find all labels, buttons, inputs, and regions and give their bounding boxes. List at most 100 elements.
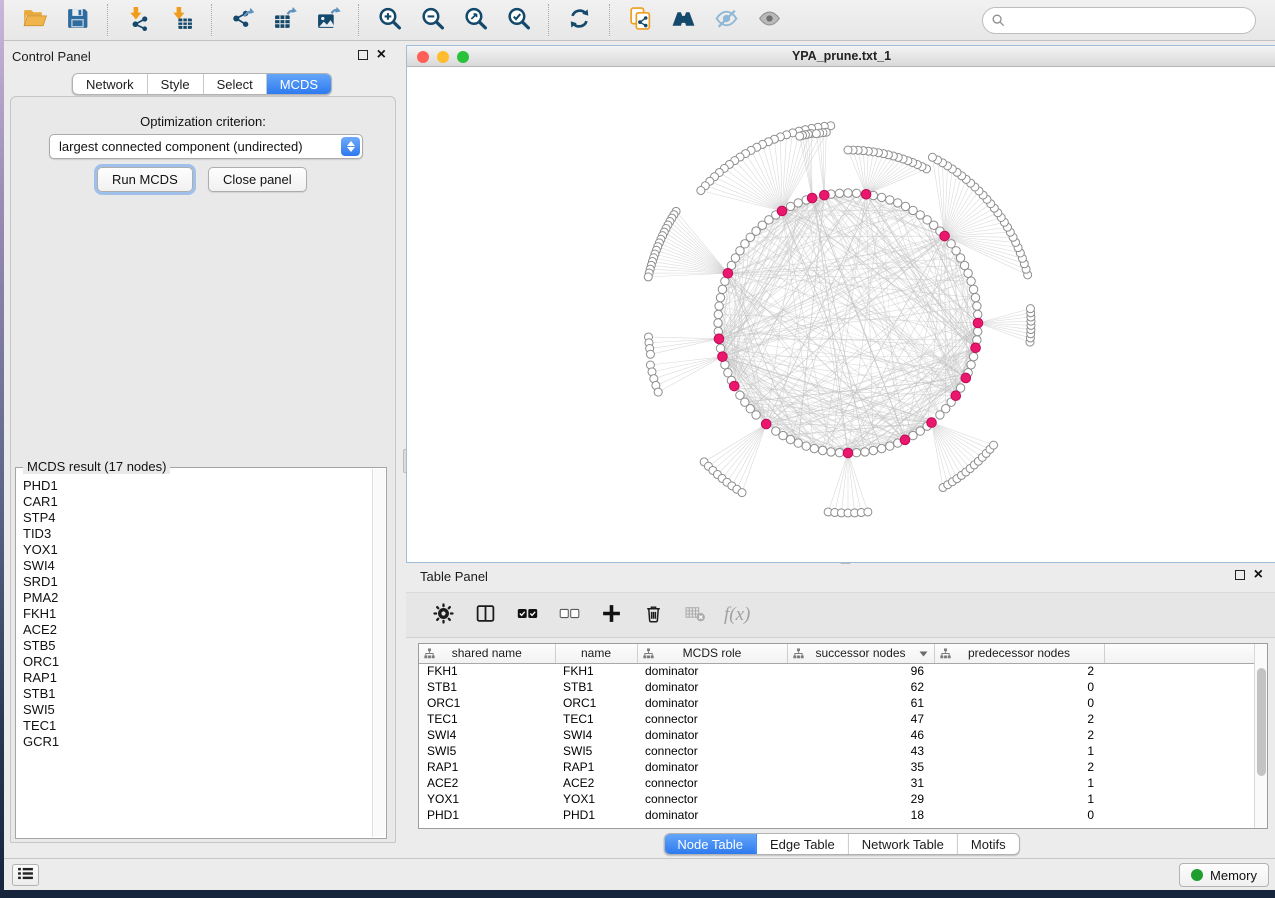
network-node[interactable] bbox=[967, 277, 975, 285]
network-node[interactable] bbox=[964, 269, 972, 277]
table-row[interactable]: TEC1TEC1connector472 bbox=[419, 711, 1267, 727]
dominator-node[interactable] bbox=[951, 391, 961, 401]
network-node[interactable] bbox=[796, 132, 804, 140]
table-cell[interactable]: PHD1 bbox=[419, 807, 555, 823]
network-node[interactable] bbox=[786, 202, 794, 210]
save-button[interactable] bbox=[63, 6, 91, 34]
table-cell[interactable]: connector bbox=[637, 775, 787, 791]
network-node[interactable] bbox=[654, 388, 662, 396]
export-table-button[interactable] bbox=[271, 6, 299, 34]
search-input[interactable] bbox=[982, 7, 1256, 34]
hide-selected-button[interactable] bbox=[712, 6, 740, 34]
dominator-node[interactable] bbox=[900, 435, 910, 445]
mcds-result-item[interactable]: GCR1 bbox=[17, 734, 372, 750]
status-list-button[interactable] bbox=[12, 864, 39, 886]
network-node[interactable] bbox=[835, 449, 843, 457]
network-node[interactable] bbox=[715, 302, 723, 310]
mcds-result-item[interactable]: YOX1 bbox=[17, 542, 372, 558]
table-cell[interactable]: connector bbox=[637, 791, 787, 807]
zoom-in-button[interactable] bbox=[375, 6, 403, 34]
table-cell[interactable]: 31 bbox=[787, 775, 934, 791]
network-node[interactable] bbox=[827, 448, 835, 456]
tab-style[interactable]: Style bbox=[148, 74, 204, 94]
mcds-result-item[interactable]: ORC1 bbox=[17, 654, 372, 670]
share-copy-button[interactable] bbox=[626, 6, 654, 34]
dominator-node[interactable] bbox=[973, 318, 983, 328]
column-header-name[interactable]: name bbox=[555, 644, 637, 663]
network-node[interactable] bbox=[835, 189, 843, 197]
dominator-node[interactable] bbox=[961, 373, 971, 383]
mcds-result-item[interactable]: SWI4 bbox=[17, 558, 372, 574]
network-node[interactable] bbox=[974, 310, 982, 318]
dominator-node[interactable] bbox=[723, 268, 733, 278]
mcds-result-item[interactable]: PHD1 bbox=[17, 478, 372, 494]
mcds-result-item[interactable]: SRD1 bbox=[17, 574, 372, 590]
table-cell[interactable]: 18 bbox=[787, 807, 934, 823]
table-cell[interactable]: 1 bbox=[934, 743, 1104, 759]
table-cell[interactable]: FKH1 bbox=[555, 663, 637, 679]
dominator-node[interactable] bbox=[927, 418, 937, 428]
open-file-button[interactable] bbox=[20, 6, 48, 34]
tab-select[interactable]: Select bbox=[204, 74, 267, 94]
network-node[interactable] bbox=[886, 196, 894, 204]
zoom-selected-button[interactable] bbox=[504, 6, 532, 34]
split-view-button[interactable] bbox=[472, 602, 498, 628]
dominator-node[interactable] bbox=[807, 193, 817, 203]
table-row[interactable]: YOX1YOX1connector291 bbox=[419, 791, 1267, 807]
network-node[interactable] bbox=[877, 193, 885, 201]
table-cell[interactable]: ACE2 bbox=[419, 775, 555, 791]
table-cell[interactable]: RAP1 bbox=[555, 759, 637, 775]
table-cell[interactable]: STB1 bbox=[555, 679, 637, 695]
network-node[interactable] bbox=[973, 302, 981, 310]
mcds-result-item[interactable]: FKH1 bbox=[17, 606, 372, 622]
zoom-out-button[interactable] bbox=[418, 6, 446, 34]
network-node[interactable] bbox=[861, 448, 869, 456]
network-node[interactable] bbox=[969, 352, 977, 360]
column-header-successor-nodes[interactable]: successor nodes bbox=[787, 644, 934, 663]
table-cell[interactable]: ORC1 bbox=[555, 695, 637, 711]
network-node[interactable] bbox=[1026, 305, 1034, 313]
table-cell[interactable]: connector bbox=[637, 743, 787, 759]
float-panel-icon[interactable] bbox=[358, 50, 368, 60]
table-cell[interactable]: 35 bbox=[787, 759, 934, 775]
network-node[interactable] bbox=[971, 293, 979, 301]
delete-column-button[interactable] bbox=[640, 602, 666, 628]
table-row[interactable]: ORC1ORC1dominator610 bbox=[419, 695, 1267, 711]
dominator-node[interactable] bbox=[714, 334, 724, 344]
dominator-node[interactable] bbox=[843, 448, 853, 458]
table-cell[interactable]: connector bbox=[637, 711, 787, 727]
run-mcds-button[interactable]: Run MCDS bbox=[97, 167, 193, 192]
select-all-button[interactable] bbox=[514, 602, 540, 628]
network-node[interactable] bbox=[716, 293, 724, 301]
network-node[interactable] bbox=[894, 199, 902, 207]
deselect-all-button[interactable] bbox=[556, 602, 582, 628]
table-cell[interactable]: YOX1 bbox=[419, 791, 555, 807]
mcds-result-item[interactable]: STP4 bbox=[17, 510, 372, 526]
table-cell[interactable]: 2 bbox=[934, 759, 1104, 775]
settings-button[interactable] bbox=[430, 602, 456, 628]
network-node[interactable] bbox=[869, 446, 877, 454]
table-cell[interactable]: SWI4 bbox=[419, 727, 555, 743]
dominator-node[interactable] bbox=[777, 206, 787, 216]
export-network-button[interactable] bbox=[228, 6, 256, 34]
network-node[interactable] bbox=[738, 489, 746, 497]
table-cell[interactable]: 2 bbox=[934, 711, 1104, 727]
dominator-node[interactable] bbox=[861, 189, 871, 199]
mcds-result-item[interactable]: SWI5 bbox=[17, 702, 372, 718]
table-cell[interactable]: dominator bbox=[637, 807, 787, 823]
network-node[interactable] bbox=[794, 439, 802, 447]
table-cell[interactable]: 2 bbox=[934, 727, 1104, 743]
table-cell[interactable]: 1 bbox=[934, 791, 1104, 807]
tab-edge-table[interactable]: Edge Table bbox=[757, 834, 849, 854]
table-cell[interactable]: SWI4 bbox=[555, 727, 637, 743]
table-cell[interactable]: 2 bbox=[934, 663, 1104, 679]
table-cell[interactable]: ACE2 bbox=[555, 775, 637, 791]
table-scrollbar[interactable] bbox=[1254, 644, 1267, 828]
network-node[interactable] bbox=[844, 189, 852, 197]
network-node[interactable] bbox=[844, 146, 852, 154]
table-row[interactable]: ACE2ACE2connector311 bbox=[419, 775, 1267, 791]
float-panel-icon[interactable] bbox=[1235, 570, 1245, 580]
network-node[interactable] bbox=[802, 442, 810, 450]
optimization-criterion-select[interactable]: largest connected component (undirected) bbox=[49, 134, 363, 159]
network-node[interactable] bbox=[794, 199, 802, 207]
